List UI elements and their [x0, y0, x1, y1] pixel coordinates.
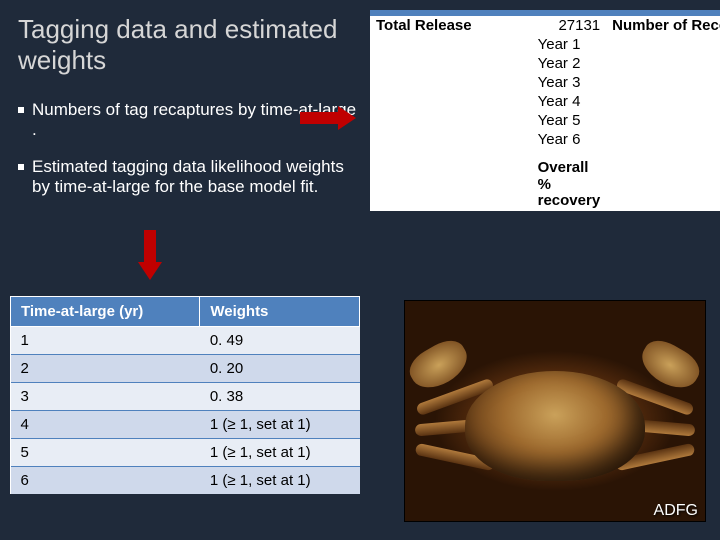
- recovery-year-value: 491: [606, 54, 720, 73]
- weights-time: 3: [11, 383, 200, 411]
- weights-value: 0. 20: [200, 355, 360, 383]
- bullet-weights: Estimated tagging data likelihood weight…: [18, 157, 358, 196]
- recovery-year-label: Year 3: [478, 73, 607, 92]
- weights-time: 1: [11, 327, 200, 355]
- recovery-year-label: Year 6: [478, 130, 607, 149]
- recovery-table: Total Release 27131 Number of Recoveries…: [370, 10, 720, 211]
- recovery-year-label: Year 2: [478, 54, 607, 73]
- table-row: 20. 20: [11, 355, 360, 383]
- table-row: 51 (≥ 1, set at 1): [11, 439, 360, 467]
- table-row: 30. 38: [11, 383, 360, 411]
- weights-time: 5: [11, 439, 200, 467]
- table-row: 10. 49: [11, 327, 360, 355]
- table-row: Overall % recovery 6. 33: [370, 159, 720, 211]
- weights-time: 4: [11, 411, 200, 439]
- recovery-year-value: 214: [606, 73, 720, 92]
- table-row: Year 612: [370, 130, 720, 149]
- recovery-release-value: 27131: [478, 16, 607, 35]
- image-credit: ADFG: [654, 502, 698, 520]
- table-row: 61 (≥ 1, set at 1): [11, 467, 360, 495]
- weights-value: 1 (≥ 1, set at 1): [200, 467, 360, 495]
- page-title: Tagging data and estimated weights: [18, 14, 338, 76]
- weights-table: Time-at-large (yr) Weights 10. 49 20. 20…: [10, 296, 360, 494]
- table-row: 41 (≥ 1, set at 1): [11, 411, 360, 439]
- recovery-release-label: Total Release: [370, 16, 478, 35]
- weights-value: 1 (≥ 1, set at 1): [200, 411, 360, 439]
- table-row: Year 3214: [370, 73, 720, 92]
- weights-header-weights: Weights: [200, 297, 360, 327]
- crab-image: [404, 300, 706, 522]
- weights-value: 1 (≥ 1, set at 1): [200, 439, 360, 467]
- recovery-year-value: 936: [606, 35, 720, 54]
- recovery-col2-header: Number of Recoveries by Year: [606, 16, 720, 35]
- weights-time: 2: [11, 355, 200, 383]
- overall-recovery-label: Overall % recovery: [478, 159, 607, 211]
- table-row: Year 451: [370, 92, 720, 111]
- recovery-year-value: 13: [606, 111, 720, 130]
- weights-header-time: Time-at-large (yr): [11, 297, 200, 327]
- table-row: Year 2491: [370, 54, 720, 73]
- recovery-year-value: 12: [606, 130, 720, 149]
- recovery-year-label: Year 1: [478, 35, 607, 54]
- recovery-year-value: 51: [606, 92, 720, 111]
- overall-recovery-value: 6. 33: [606, 159, 720, 211]
- weights-value: 0. 49: [200, 327, 360, 355]
- recovery-year-label: Year 4: [478, 92, 607, 111]
- table-row: Year 1936: [370, 35, 720, 54]
- weights-value: 0. 38: [200, 383, 360, 411]
- weights-time: 6: [11, 467, 200, 495]
- recovery-year-label: Year 5: [478, 111, 607, 130]
- table-row: Year 513: [370, 111, 720, 130]
